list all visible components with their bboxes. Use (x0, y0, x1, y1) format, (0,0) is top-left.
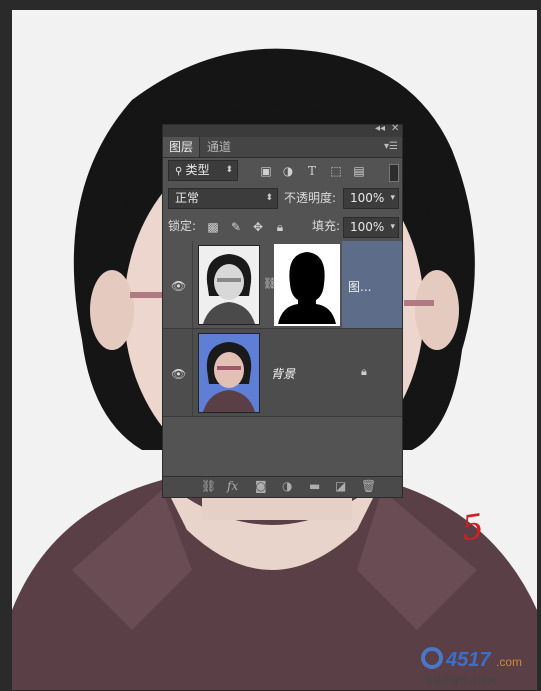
blend-mode-value: 正常 (175, 191, 200, 205)
trash-icon[interactable]: 🗑︎ (361, 479, 376, 493)
filter-toggle[interactable] (389, 164, 399, 182)
layer-thumbnail[interactable] (198, 245, 260, 325)
visibility-toggle[interactable]: 👁︎ (163, 241, 193, 328)
mask-silhouette (276, 246, 338, 324)
opacity-value: 100% (350, 191, 385, 205)
select-arrows-icon: ⬍ (225, 165, 233, 175)
eye-icon: 👁︎ (171, 278, 187, 293)
adjustment-filter-icon[interactable]: ◑ (281, 164, 295, 178)
lock-row: 锁定: ▩ ✎ ✥ 🔒︎ 填充: 100% ▾ (163, 214, 402, 240)
collapse-icon[interactable]: ◂◂ (375, 123, 385, 134)
smart-object-filter-icon[interactable]: ▤ (352, 164, 366, 178)
eye-icon: 👁︎ (171, 366, 187, 381)
shape-filter-icon[interactable]: ⬚ (329, 164, 343, 178)
lock-position-icon[interactable]: ✥ (251, 220, 265, 234)
new-group-icon[interactable]: ▬ (309, 479, 320, 493)
portrait-thumbnail (199, 246, 259, 324)
fx-icon[interactable]: fx (227, 479, 238, 493)
dropdown-arrow-icon[interactable]: ▾ (390, 218, 395, 237)
new-layer-icon[interactable]: ◪ (335, 479, 346, 493)
add-mask-icon[interactable]: ◙ (255, 479, 267, 493)
select-arrows-icon: ⬍ (265, 193, 273, 203)
fill-label: 填充: (312, 219, 341, 233)
type-filter-icon[interactable]: T (305, 164, 319, 178)
lock-label: 锁定: (168, 219, 197, 233)
tab-channels[interactable]: 通道 (201, 137, 237, 157)
layer-row-2[interactable]: 👁︎ 背景 🔒︎ (163, 329, 402, 417)
link-layers-icon[interactable]: ⛓︎ (201, 479, 216, 493)
opacity-label: 不透明度: (284, 191, 337, 205)
lock-all-icon[interactable]: 🔒︎ (273, 220, 287, 234)
layer-name[interactable]: 背景 (271, 365, 295, 382)
opacity-input[interactable]: 100% ▾ (343, 188, 399, 209)
panel-tabs: 图层 通道 ▾☰ (163, 137, 402, 158)
layer-lock-icon: 🔒︎ (361, 365, 367, 378)
close-icon[interactable]: ✕ (391, 123, 399, 134)
tab-layers[interactable]: 图层 (163, 137, 201, 157)
filter-kind-value: 类型 (185, 163, 210, 177)
blend-mode-select[interactable]: 正常 ⬍ (168, 188, 278, 209)
fill-value: 100% (350, 220, 385, 234)
layers-panel: ◂◂ ✕ 图层 通道 ▾☰ ⚲ 类型 ⬍ ▣ ◑ T ⬚ ▤ 正常 ⬍ 不透明度… (162, 123, 403, 498)
layer-row-1[interactable]: 👁︎ ⛓︎ 图... (163, 241, 402, 329)
search-icon: ⚲ (175, 166, 186, 177)
layer-name[interactable]: 图... (348, 278, 371, 295)
lock-paint-brush-icon[interactable]: ✎ (229, 220, 243, 234)
filter-row: ⚲ 类型 ⬍ ▣ ◑ T ⬚ ▤ (163, 158, 402, 184)
layer-mask-thumbnail[interactable] (274, 244, 340, 326)
svg-text:电脑软硬件应用网: 电脑软硬件应用网 (424, 675, 496, 687)
blend-row: 正常 ⬍ 不透明度: 100% ▾ (163, 185, 402, 213)
lock-transparent-icon[interactable]: ▩ (206, 220, 220, 234)
panel-footer: ⛓︎ fx ◙ ◑ ▬ ◪ 🗑︎ (163, 476, 402, 497)
portrait-thumbnail (199, 334, 259, 412)
layer-thumbnail[interactable] (198, 333, 260, 413)
svg-text:4517: 4517 (445, 649, 491, 671)
fill-input[interactable]: 100% ▾ (343, 217, 399, 238)
visibility-toggle[interactable]: 👁︎ (163, 329, 193, 416)
watermark-graphic: 4517 .com 电脑软硬件应用网 (421, 647, 522, 687)
panel-menu-icon[interactable]: ▾☰ (384, 141, 398, 152)
adjustment-layer-icon[interactable]: ◑ (282, 479, 292, 493)
svg-text:.com: .com (496, 655, 522, 669)
filter-kind-select[interactable]: ⚲ 类型 ⬍ (168, 160, 238, 181)
pixel-filter-icon[interactable]: ▣ (259, 164, 273, 178)
watermark-logo: 4517 .com 电脑软硬件应用网 (420, 636, 541, 691)
panel-titlebar[interactable]: ◂◂ ✕ (163, 123, 402, 137)
dropdown-arrow-icon[interactable]: ▾ (390, 189, 395, 208)
photoshop-workspace: ◂◂ ✕ 图层 通道 ▾☰ ⚲ 类型 ⬍ ▣ ◑ T ⬚ ▤ 正常 ⬍ 不透明度… (0, 0, 541, 691)
